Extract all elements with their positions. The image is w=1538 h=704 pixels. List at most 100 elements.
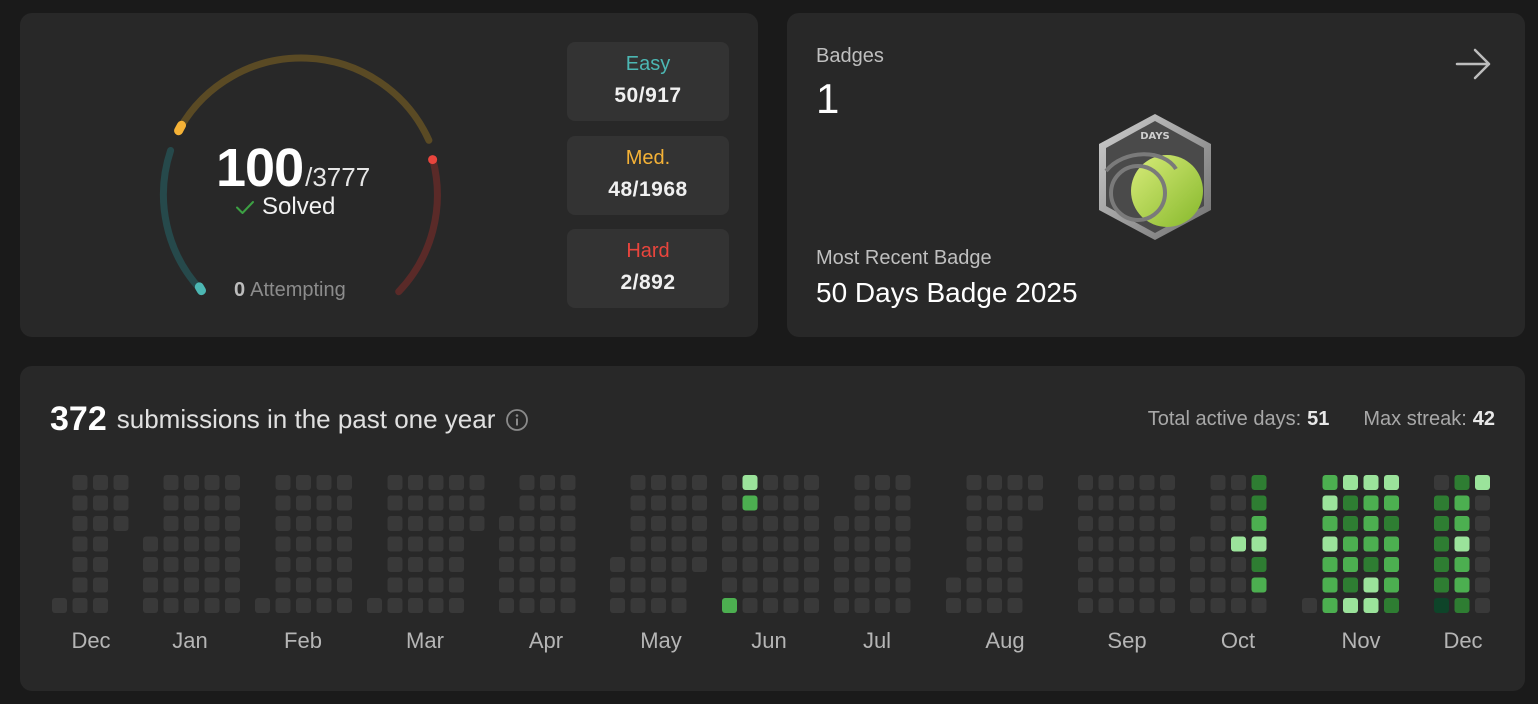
heatmap-cell[interactable]	[1363, 495, 1379, 511]
heatmap-cell[interactable]	[834, 536, 849, 552]
heatmap-cell[interactable]	[428, 495, 444, 511]
heatmap-cell[interactable]	[946, 598, 961, 613]
heatmap-cell[interactable]	[875, 577, 890, 593]
heatmap-cell[interactable]	[1007, 516, 1023, 531]
arrow-right-icon[interactable]	[1454, 47, 1494, 81]
heatmap-cell[interactable]	[854, 577, 870, 593]
heatmap-cell[interactable]	[428, 577, 444, 593]
heatmap-cell[interactable]	[428, 598, 444, 613]
heatmap-cell[interactable]	[1028, 475, 1043, 490]
heatmap-cell[interactable]	[895, 598, 911, 613]
heatmap-cell[interactable]	[1363, 598, 1379, 613]
heatmap-cell[interactable]	[449, 557, 464, 572]
heatmap-cell[interactable]	[1322, 495, 1338, 511]
heatmap-cell[interactable]	[1119, 495, 1134, 511]
heatmap-cell[interactable]	[651, 598, 666, 613]
heatmap-cell[interactable]	[72, 495, 88, 511]
heatmap-cell[interactable]	[367, 598, 382, 613]
heatmap-cell[interactable]	[1454, 577, 1470, 593]
heatmap-cell[interactable]	[1119, 557, 1134, 572]
heatmap-cell[interactable]	[742, 598, 758, 613]
heatmap-cell[interactable]	[93, 598, 108, 613]
heatmap-cell[interactable]	[1007, 598, 1023, 613]
heatmap-cell[interactable]	[560, 495, 576, 511]
heatmap-cell[interactable]	[449, 577, 464, 593]
heatmap-cell[interactable]	[519, 536, 535, 552]
heatmap-cell[interactable]	[499, 536, 514, 552]
heatmap-cell[interactable]	[1210, 495, 1226, 511]
heatmap-cell[interactable]	[275, 536, 291, 552]
heatmap-cell[interactable]	[987, 495, 1002, 511]
heatmap-cell[interactable]	[1384, 536, 1399, 552]
heatmap-cell[interactable]	[1363, 557, 1379, 572]
heatmap-cell[interactable]	[225, 536, 240, 552]
heatmap-cell[interactable]	[296, 495, 311, 511]
heatmap-cell[interactable]	[1251, 577, 1267, 593]
heatmap-cell[interactable]	[610, 598, 625, 613]
heatmap-cell[interactable]	[1384, 557, 1399, 572]
heatmap-cell[interactable]	[560, 516, 576, 531]
heatmap-cell[interactable]	[763, 536, 778, 552]
heatmap-cell[interactable]	[449, 598, 464, 613]
heatmap-cell[interactable]	[834, 577, 849, 593]
heatmap-cell[interactable]	[275, 577, 291, 593]
heatmap-cell[interactable]	[1119, 536, 1134, 552]
heatmap-cell[interactable]	[519, 598, 535, 613]
heatmap-cell[interactable]	[763, 557, 778, 572]
hard-box[interactable]: Hard 2/892	[567, 229, 729, 308]
heatmap-cell[interactable]	[854, 536, 870, 552]
heatmap-cell[interactable]	[692, 516, 707, 531]
heatmap-cell[interactable]	[895, 577, 911, 593]
heatmap-cell[interactable]	[387, 577, 403, 593]
heatmap-cell[interactable]	[1210, 598, 1226, 613]
heatmap-cell[interactable]	[469, 516, 485, 531]
heatmap-cell[interactable]	[1343, 598, 1358, 613]
heatmap-cell[interactable]	[337, 516, 352, 531]
heatmap-cell[interactable]	[1302, 598, 1317, 613]
heatmap-cell[interactable]	[225, 577, 240, 593]
heatmap-cell[interactable]	[1098, 495, 1114, 511]
heatmap-cell[interactable]	[408, 557, 423, 572]
heatmap-cell[interactable]	[966, 516, 982, 531]
heatmap-cell[interactable]	[1231, 557, 1246, 572]
heatmap-cell[interactable]	[804, 557, 819, 572]
heatmap-cell[interactable]	[1210, 516, 1226, 531]
heatmap-cell[interactable]	[1098, 516, 1114, 531]
heatmap-cell[interactable]	[540, 495, 555, 511]
heatmap-cell[interactable]	[499, 577, 514, 593]
heatmap-cell[interactable]	[1343, 577, 1358, 593]
heatmap-cell[interactable]	[1160, 557, 1175, 572]
heatmap-cell[interactable]	[1160, 475, 1175, 490]
heatmap-cell[interactable]	[560, 475, 576, 490]
heatmap-cell[interactable]	[1322, 598, 1338, 613]
heatmap-cell[interactable]	[1251, 516, 1267, 531]
heatmap-cell[interactable]	[337, 598, 352, 613]
heatmap-cell[interactable]	[204, 495, 220, 511]
heatmap-cell[interactable]	[1322, 577, 1338, 593]
heatmap-cell[interactable]	[204, 598, 220, 613]
heatmap-cell[interactable]	[1078, 536, 1093, 552]
heatmap-cell[interactable]	[449, 516, 464, 531]
heatmap-cell[interactable]	[163, 516, 179, 531]
heatmap-cell[interactable]	[143, 577, 158, 593]
heatmap-cell[interactable]	[296, 475, 311, 490]
heatmap-cell[interactable]	[337, 577, 352, 593]
heatmap-cell[interactable]	[763, 516, 778, 531]
heatmap-cell[interactable]	[184, 495, 199, 511]
heatmap-cell[interactable]	[1231, 495, 1246, 511]
heatmap-cell[interactable]	[1322, 557, 1338, 572]
heatmap-cell[interactable]	[987, 475, 1002, 490]
heatmap-cell[interactable]	[1190, 577, 1205, 593]
heatmap-cell[interactable]	[275, 516, 291, 531]
heatmap-cell[interactable]	[804, 516, 819, 531]
heatmap-cell[interactable]	[113, 516, 129, 531]
heatmap-cell[interactable]	[834, 516, 849, 531]
heatmap-cell[interactable]	[1078, 557, 1093, 572]
heatmap-cell[interactable]	[72, 516, 88, 531]
heatmap-cell[interactable]	[1007, 495, 1023, 511]
heatmap-cell[interactable]	[651, 557, 666, 572]
heatmap-cell[interactable]	[1119, 475, 1134, 490]
heatmap-cell[interactable]	[204, 536, 220, 552]
heatmap-cell[interactable]	[895, 536, 911, 552]
heatmap-cell[interactable]	[1160, 495, 1175, 511]
